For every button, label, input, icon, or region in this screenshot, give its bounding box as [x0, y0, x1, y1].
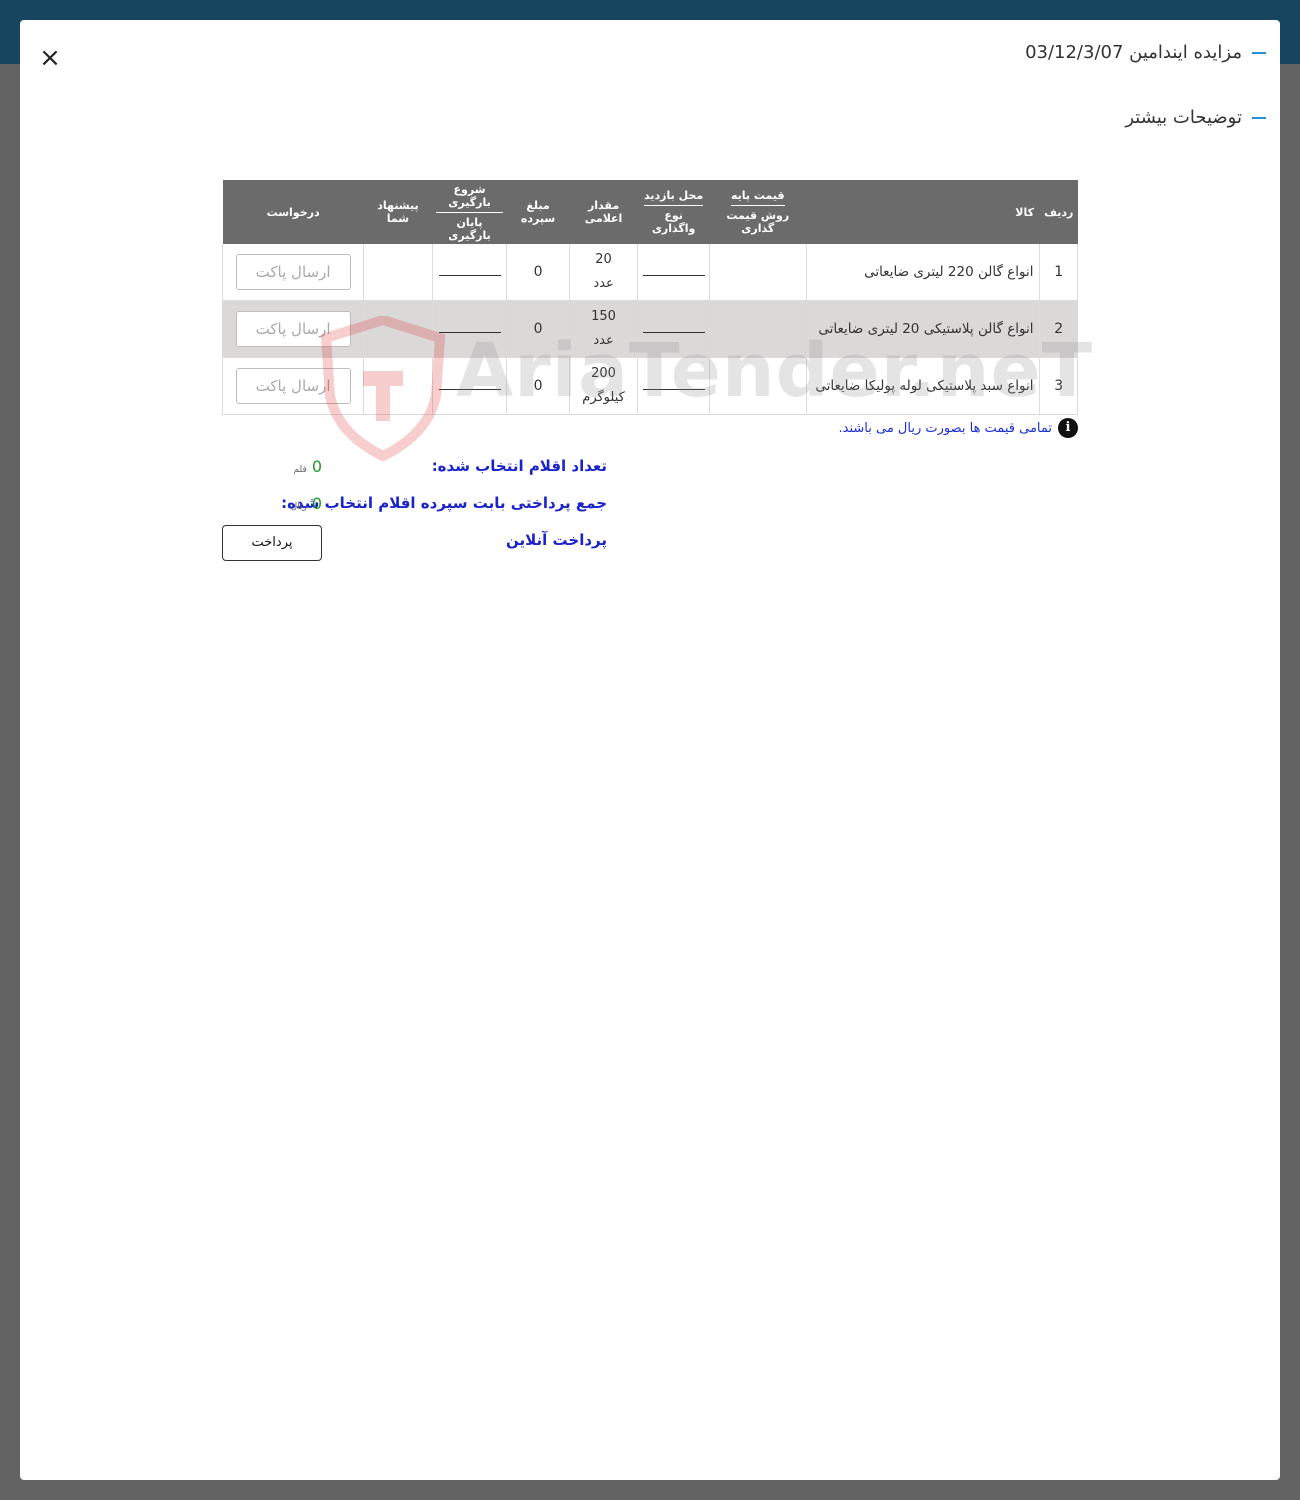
row-item-name: انواع گالن 220 لیتری ضایعاتی [805, 244, 1040, 301]
currency-note: i تمامی قیمت ها بصورت ریال می باشند. [838, 418, 1078, 438]
empty-dash [642, 274, 705, 276]
empty-dash [438, 388, 501, 390]
items-table: ردیف کالا قیمت پایه روش قیمت گذاری محل ب… [221, 180, 1078, 415]
empty-dash [438, 331, 501, 333]
row-quantity-unit: عدد [593, 333, 614, 348]
total-deposit-value: 0 ریال [291, 494, 322, 513]
details-modal: × مزایده ایندامین 03/12/3/07 توضیحات بیش… [20, 20, 1280, 1480]
row-loading [431, 244, 507, 301]
modal-title: مزایده ایندامین 03/12/3/07 [1025, 42, 1266, 63]
total-unit: ریال [290, 502, 307, 512]
col-base-price: قیمت پایه روش قیمت گذاری [709, 180, 807, 244]
row-loading [431, 357, 507, 415]
col-your-offer: پیشنهاد شما [363, 180, 433, 244]
online-payment-label: پرداخت آنلاین [505, 531, 607, 549]
row-deposit: 0 [506, 357, 570, 415]
items-table-wrap: ردیف کالا قیمت پایه روش قیمت گذاری محل ب… [221, 180, 1078, 415]
row-visit-place [637, 357, 710, 415]
row-quantity-value: 20 [595, 252, 612, 267]
row-quantity-unit: عدد [593, 276, 614, 291]
row-deposit: 0 [506, 300, 570, 358]
col-row: ردیف [1039, 180, 1078, 244]
row-quantity: 150 عدد [568, 300, 638, 358]
table-row: 3 انواع سبد پلاستیکی لوله پولیکا ضایعاتی… [221, 357, 1078, 415]
send-packet-button[interactable]: ارسال پاکت [235, 254, 351, 290]
empty-dash [642, 331, 705, 333]
table-row: 2 انواع گالن پلاستیکی 20 لیتری ضایعاتی 1… [221, 300, 1078, 358]
col-pricing-method-label: روش قیمت گذاری [726, 209, 790, 235]
col-loading-start-label: شروع بارگیری [436, 183, 503, 213]
more-details-heading[interactable]: توضیحات بیشتر [1125, 107, 1266, 128]
empty-dash [438, 274, 501, 276]
row-number: 3 [1039, 357, 1078, 415]
empty-dash [642, 388, 705, 390]
row-quantity: 200 کیلوگرم [568, 357, 638, 415]
row-request: ارسال پاکت [221, 300, 364, 358]
col-request: درخواست [222, 180, 364, 244]
modal-title-text: مزایده ایندامین 03/12/3/07 [1025, 42, 1242, 63]
col-visit-place-label: محل بازدید [644, 189, 704, 206]
col-quantity: مقدار اعلامی [569, 180, 638, 244]
count-value: 0 [311, 457, 322, 476]
row-loading [431, 300, 507, 358]
row-base-price [708, 357, 807, 415]
pay-button[interactable]: پرداخت [222, 525, 322, 561]
row-item-name: انواع گالن پلاستیکی 20 لیتری ضایعاتی [805, 300, 1040, 358]
table-row: 1 انواع گالن 220 لیتری ضایعاتی 20 عدد 0 … [221, 244, 1078, 301]
col-assignment-type-label: نوع واگذاری [651, 209, 696, 235]
row-request: ارسال پاکت [221, 357, 364, 415]
row-quantity-value: 150 [591, 309, 616, 324]
row-request: ارسال پاکت [221, 244, 364, 301]
total-value: 0 [311, 494, 322, 513]
selected-count-label: تعداد اقلام انتخاب شده: [431, 457, 607, 475]
row-number: 1 [1039, 244, 1078, 301]
close-icon[interactable]: × [38, 45, 62, 71]
currency-note-text: تمامی قیمت ها بصورت ریال می باشند. [838, 420, 1053, 436]
row-base-price [708, 300, 807, 358]
total-deposit-label: جمع پرداختی بابت سپرده اقلام انتخاب شده: [281, 494, 607, 512]
col-item: کالا [806, 180, 1040, 244]
row-quantity-unit: کیلوگرم [582, 390, 625, 405]
row-base-price [708, 244, 807, 301]
collapse-dash-icon [1252, 116, 1266, 119]
count-unit: قلم [293, 465, 307, 475]
row-quantity-value: 200 [591, 366, 616, 381]
send-packet-button[interactable]: ارسال پاکت [235, 368, 351, 404]
row-your-offer [363, 244, 433, 301]
row-quantity: 20 عدد [568, 244, 638, 301]
row-your-offer [363, 300, 433, 358]
row-item-name: انواع سبد پلاستیکی لوله پولیکا ضایعاتی [805, 357, 1040, 415]
col-loading: شروع بارگیری پایان بارگیری [432, 180, 507, 244]
row-your-offer [363, 357, 433, 415]
col-deposit: مبلغ سپرده [506, 180, 570, 244]
col-base-price-label: قیمت پایه [730, 189, 785, 206]
more-details-text: توضیحات بیشتر [1125, 107, 1242, 128]
row-number: 2 [1039, 300, 1078, 358]
table-header-row: ردیف کالا قیمت پایه روش قیمت گذاری محل ب… [222, 180, 1078, 244]
row-visit-place [637, 300, 710, 358]
col-loading-end-label: پایان بارگیری [448, 215, 491, 242]
row-deposit: 0 [506, 244, 570, 301]
col-visit-place: محل بازدید نوع واگذاری [637, 180, 710, 244]
row-visit-place [637, 244, 710, 301]
selected-count-value: 0 قلم [294, 457, 322, 476]
info-icon: i [1058, 418, 1078, 438]
title-dash-icon [1252, 51, 1266, 54]
send-packet-button[interactable]: ارسال پاکت [235, 311, 351, 347]
